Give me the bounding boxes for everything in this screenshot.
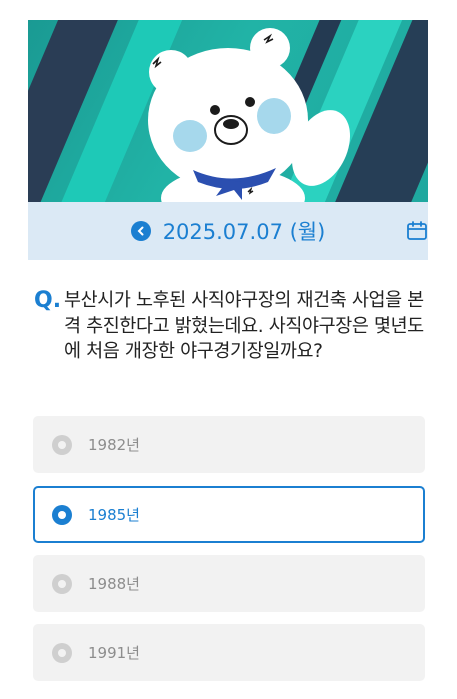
quiz-question: Q. 부산시가 노후된 사직야구장의 재건축 사업을 본격 추진한다고 밝혔는데… <box>34 288 426 365</box>
mascot-banner <box>28 20 428 202</box>
question-text: 부산시가 노후된 사직야구장의 재건축 사업을 본격 추진한다고 밝혔는데요. … <box>64 290 424 362</box>
calendar-button[interactable] <box>406 220 428 242</box>
current-date: 2025.07.07 (월) <box>162 220 326 244</box>
answer-option-1985[interactable]: 1985년 <box>33 486 425 543</box>
chevron-left-icon <box>137 226 144 236</box>
radio-unselected-icon[interactable] <box>52 434 72 455</box>
question-marker: Q. <box>34 288 62 313</box>
answer-option-label: 1991년 <box>88 644 140 662</box>
answer-option-label: 1985년 <box>88 506 140 524</box>
answer-option-label: 1988년 <box>88 575 140 593</box>
radio-unselected-icon[interactable] <box>52 642 72 663</box>
previous-date-button[interactable] <box>130 221 151 241</box>
radio-selected-icon[interactable] <box>52 504 72 525</box>
calendar-icon <box>407 221 427 240</box>
answer-option-1991[interactable]: 1991년 <box>33 624 425 681</box>
quiz-screen: 2025.07.07 (월) Q. 부산시가 노후된 사직야구장의 재건축 사업… <box>28 20 428 699</box>
answer-option-label: 1982년 <box>88 436 140 454</box>
date-navigation-bar: 2025.07.07 (월) <box>28 202 428 260</box>
answer-option-1982[interactable]: 1982년 <box>33 416 425 473</box>
bear-mascot-illustration <box>148 28 351 202</box>
radio-unselected-icon[interactable] <box>52 573 72 594</box>
answer-option-1988[interactable]: 1988년 <box>33 555 425 612</box>
